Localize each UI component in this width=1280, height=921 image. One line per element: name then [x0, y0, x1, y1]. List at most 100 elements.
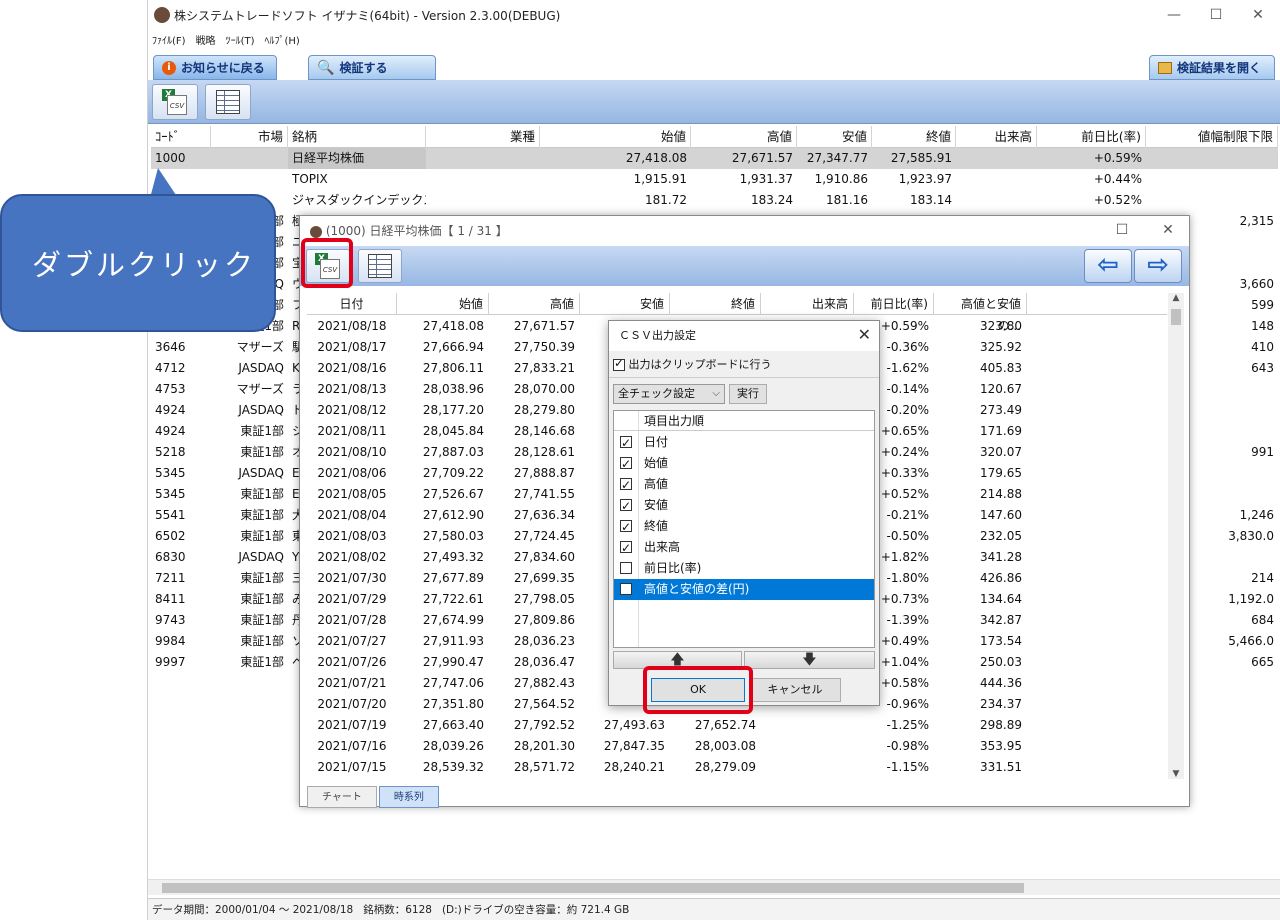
- cell-d: 2021/07/27: [317, 634, 387, 648]
- arrow-down-icon: 🡇: [802, 652, 817, 668]
- table-row[interactable]: 2021/07/19 27,663.40 27,792.52 27,493.63 27,…: [307, 715, 1167, 736]
- table-row[interactable]: 2021/07/15 28,539.32 28,571.72 28,240.21 28,…: [307, 757, 1167, 778]
- table-row[interactable]: TOPIX 1,915.91 1,931.37 1,910.86 1,923.97 +0.…: [151, 169, 1278, 190]
- verify-tab[interactable]: 🔍 検証する: [308, 55, 436, 80]
- col-name[interactable]: 銘柄: [288, 126, 426, 148]
- col-close[interactable]: 終値: [872, 126, 956, 148]
- col-market[interactable]: 市場: [211, 126, 288, 148]
- item-checkbox[interactable]: [620, 496, 632, 517]
- scroll-thumb[interactable]: [162, 883, 1024, 893]
- item-checkbox[interactable]: [620, 433, 632, 454]
- list-item[interactable]: 高値: [614, 474, 874, 496]
- cancel-button[interactable]: キャンセル: [749, 678, 841, 702]
- tab-chart[interactable]: チャート: [307, 786, 377, 808]
- col-volume[interactable]: 出来高: [761, 293, 854, 315]
- menu-bar: ﾌｧｲﾙ(F) 戦略 ﾂｰﾙ(T) ﾍﾙﾌﾟ(H): [148, 30, 1280, 48]
- dialog-close-button[interactable]: ✕: [858, 325, 871, 344]
- detail-maximize-button[interactable]: ☐: [1112, 221, 1132, 239]
- cell-d: 2021/08/04: [317, 508, 387, 522]
- close-button[interactable]: ✕: [1248, 6, 1268, 24]
- col-low[interactable]: 安値: [580, 293, 670, 315]
- cell-h: 27,724.45: [513, 529, 575, 543]
- list-item[interactable]: 高値と安値の差(円): [614, 579, 874, 600]
- col-high[interactable]: 高値: [691, 126, 797, 148]
- item-checkbox[interactable]: [620, 538, 632, 559]
- minimize-button[interactable]: —: [1164, 6, 1184, 24]
- table-view-button[interactable]: [205, 84, 251, 120]
- spreadsheet-icon: [216, 90, 240, 114]
- menu-help[interactable]: ﾍﾙﾌﾟ(H): [264, 32, 299, 47]
- cell-h: 28,128.61: [513, 445, 575, 459]
- tab-timeseries[interactable]: 時系列: [378, 786, 439, 808]
- col-change[interactable]: 前日比(率): [1037, 126, 1146, 148]
- list-item[interactable]: 出来高: [614, 537, 874, 559]
- cell-h: 27,741.55: [513, 487, 575, 501]
- table-row[interactable]: 2021/07/16 28,039.26 28,201.30 27,847.35 28,…: [307, 736, 1167, 757]
- col-open[interactable]: 始値: [397, 293, 489, 315]
- clipboard-option[interactable]: 出力はクリップボードに行う: [613, 356, 772, 372]
- move-down-button[interactable]: 🡇: [744, 651, 875, 669]
- col-change[interactable]: 前日比(率): [854, 293, 934, 315]
- cell-d: 2021/08/16: [317, 361, 387, 375]
- maximize-button[interactable]: ☐: [1206, 6, 1226, 24]
- cell-d: 2021/08/18: [317, 319, 387, 333]
- cell-market: 東証1部: [240, 592, 284, 606]
- col-date[interactable]: 日付: [307, 293, 397, 315]
- col-close[interactable]: 終値: [670, 293, 761, 315]
- prev-stock-button[interactable]: ⇦: [1084, 249, 1132, 283]
- list-item[interactable]: 日付: [614, 432, 874, 454]
- col-volume[interactable]: 出来高: [956, 126, 1037, 148]
- cell-industry: [426, 169, 540, 190]
- detail-toolbar: XCSV ⇦ ⇨: [300, 246, 1189, 286]
- app-icon: [154, 7, 170, 23]
- table-row[interactable]: 1000 日経平均株価 27,418.08 27,671.57 27,347.77 27,…: [151, 148, 1278, 169]
- horizontal-scrollbar[interactable]: [148, 879, 1280, 895]
- cell-d: 2021/08/06: [317, 466, 387, 480]
- csv-export-button[interactable]: XCSV: [152, 84, 198, 120]
- next-stock-button[interactable]: ⇨: [1134, 249, 1182, 283]
- list-header: 項目出力順: [614, 411, 874, 431]
- item-checkbox[interactable]: [620, 475, 632, 496]
- back-to-news-label: お知らせに戻る: [181, 61, 265, 75]
- detail-close-button[interactable]: ✕: [1158, 221, 1178, 239]
- cell-c: 28,279.09: [694, 760, 756, 774]
- list-item[interactable]: 終値: [614, 516, 874, 538]
- col-industry[interactable]: 業種: [426, 126, 540, 148]
- cell-chg: +0.44%: [1093, 172, 1142, 186]
- detail-vertical-scrollbar[interactable]: ▲ ▼: [1168, 293, 1184, 779]
- cell-hl: 173.54: [980, 634, 1022, 648]
- col-open[interactable]: 始値: [540, 126, 691, 148]
- open-results-tab[interactable]: 検証結果を開く: [1149, 55, 1275, 80]
- menu-strategy[interactable]: 戦略: [196, 32, 216, 47]
- menu-file[interactable]: ﾌｧｲﾙ(F): [152, 32, 186, 47]
- item-checkbox[interactable]: [620, 517, 632, 538]
- cell-o: 27,418.08: [422, 319, 484, 333]
- scroll-thumb[interactable]: [1171, 309, 1181, 325]
- cell-d: 2021/08/13: [317, 382, 387, 396]
- col-high-low-diff[interactable]: 高値と安値の...: [934, 293, 1027, 333]
- cell-hl: 120.67: [980, 382, 1022, 396]
- list-item[interactable]: 前日比(率): [614, 558, 874, 579]
- item-checkbox[interactable]: [620, 583, 632, 595]
- menu-tools[interactable]: ﾂｰﾙ(T): [226, 32, 255, 47]
- cell-high: 27,671.57: [731, 151, 793, 165]
- detail-table-button[interactable]: [358, 249, 402, 283]
- col-limit-low[interactable]: 値幅制限下限: [1146, 126, 1278, 148]
- cell-h: 27,792.52: [513, 718, 575, 732]
- title-bar: 株システムトレードソフト イザナミ(64bit) - Version 2.3.0…: [148, 0, 1280, 30]
- check-preset-select[interactable]: 全チェック設定 ⌵: [613, 384, 725, 404]
- col-code[interactable]: ｺｰﾄﾞ: [151, 126, 211, 148]
- table-row[interactable]: ジャスダックインデックス 181.72 183.24 181.16 183.14 +0.5…: [151, 190, 1278, 211]
- back-to-news-tab[interactable]: i お知らせに戻る: [153, 55, 277, 80]
- cell-d: 2021/07/29: [317, 592, 387, 606]
- col-high[interactable]: 高値: [489, 293, 580, 315]
- col-low[interactable]: 安値: [797, 126, 872, 148]
- item-checkbox[interactable]: [620, 562, 632, 574]
- list-item[interactable]: 安値: [614, 495, 874, 517]
- run-button[interactable]: 実行: [729, 384, 767, 404]
- highlight-ok-button: [643, 666, 753, 714]
- clipboard-checkbox[interactable]: [613, 356, 625, 371]
- list-item[interactable]: 始値: [614, 453, 874, 475]
- item-checkbox[interactable]: [620, 454, 632, 475]
- status-bar: データ期間：2000/01/04 〜 2021/08/18 銘柄数：6128 (…: [148, 898, 1280, 920]
